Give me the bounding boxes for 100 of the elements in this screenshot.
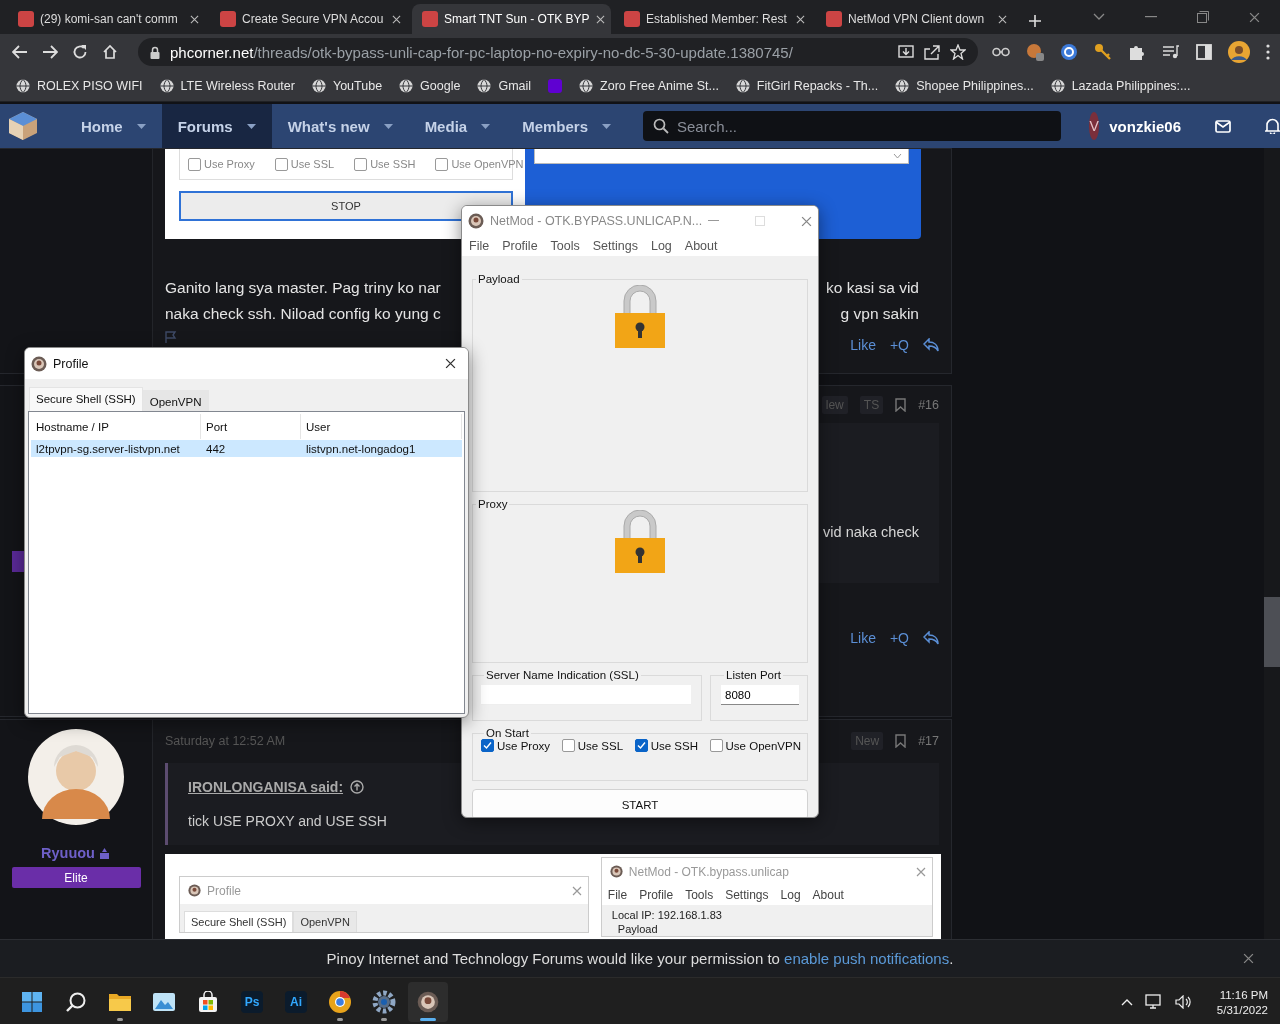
close-icon[interactable]: [595, 14, 605, 24]
browser-tab[interactable]: Established Member: Rest: [614, 4, 813, 34]
menu-item[interactable]: Tools: [550, 239, 580, 253]
menu-item[interactable]: Tools: [685, 888, 714, 902]
checkbox[interactable]: [354, 157, 368, 171]
bookmark[interactable]: Shopee Philippines...: [895, 78, 1034, 93]
close-icon[interactable]: [392, 14, 401, 24]
menu-item[interactable]: File: [607, 888, 628, 902]
column-header[interactable]: User: [301, 414, 462, 439]
menu-item[interactable]: Profile: [502, 239, 538, 253]
puzzle-icon[interactable]: [1128, 43, 1146, 61]
list-row[interactable]: l2tpvpn-sg.server-listvpn.net 442 listvpn.net-longadog1: [31, 440, 462, 457]
browser-tab[interactable]: Create Secure VPN Accou: [210, 4, 409, 34]
address-bar[interactable]: phcorner.net/threads/otk-bypass-unli-cap-for-pc-laptop-no-expiry-no-dc-5-30-update.1380745/: [138, 38, 978, 66]
close-icon[interactable]: [796, 14, 805, 24]
checkbox[interactable]: [561, 739, 575, 752]
install-icon[interactable]: [898, 44, 914, 60]
nav-item[interactable]: Media: [408, 104, 507, 148]
arrow-up-icon[interactable]: [350, 780, 365, 794]
close-icon[interactable]: [445, 358, 456, 369]
close-icon[interactable]: [190, 14, 199, 24]
network-icon[interactable]: [1144, 994, 1163, 1010]
home-icon[interactable]: [102, 44, 118, 60]
minimize-icon[interactable]: [708, 220, 720, 222]
taskbar-button[interactable]: [408, 982, 448, 1022]
star-icon[interactable]: [950, 44, 966, 60]
scrollbar-thumb[interactable]: [1264, 597, 1280, 667]
extension-icon[interactable]: [1060, 43, 1078, 61]
nav-item[interactable]: What's new: [271, 104, 409, 148]
browser-tab[interactable]: (29) komi-san can't comm: [8, 4, 207, 34]
checkbox[interactable]: [634, 739, 648, 752]
browser-tab[interactable]: Smart TNT Sun - OTK BYP: [412, 4, 611, 34]
browser-tab[interactable]: NetMod VPN Client down: [816, 4, 1015, 34]
action-link[interactable]: Like: [850, 630, 876, 646]
bookmark[interactable]: FitGirl Repacks - Th...: [735, 78, 879, 93]
taskbar-button[interactable]: Ai: [276, 982, 316, 1022]
logo-icon[interactable]: [7, 110, 39, 142]
tab[interactable]: OpenVPN: [142, 390, 209, 411]
clock-time[interactable]: 11:16 PM: [1219, 988, 1268, 1001]
bookmark[interactable]: Lazada Philippines:...: [1050, 78, 1191, 93]
nav-item[interactable]: Forums: [161, 104, 272, 148]
action-link[interactable]: Like: [850, 337, 876, 353]
post-number[interactable]: #16: [918, 398, 939, 412]
bell-icon[interactable]: [1265, 118, 1280, 134]
restore-icon[interactable]: [1197, 11, 1209, 23]
menu-icon[interactable]: [1266, 44, 1270, 60]
checkbox[interactable]: [709, 739, 723, 752]
column-header[interactable]: Hostname / IP: [31, 414, 201, 439]
search-field[interactable]: Search...: [643, 111, 1061, 141]
mail-icon[interactable]: [1215, 119, 1231, 133]
user-name[interactable]: Ryuuou: [41, 845, 95, 861]
checkbox[interactable]: [435, 157, 449, 171]
bookmark[interactable]: Google: [399, 78, 461, 93]
action-link[interactable]: +Q: [889, 630, 909, 646]
menu-item[interactable]: Profile: [639, 888, 674, 902]
reply-icon[interactable]: [923, 631, 939, 645]
port-field[interactable]: 8080: [721, 685, 799, 705]
media-icon[interactable]: [1162, 45, 1180, 59]
tab[interactable]: Secure Shell (SSH): [184, 911, 294, 932]
user-avatar[interactable]: V: [1089, 112, 1100, 140]
clock-date[interactable]: 5/31/2022: [1216, 1003, 1268, 1016]
close-icon[interactable]: [998, 14, 1007, 24]
menu-item[interactable]: Settings: [725, 888, 769, 902]
bookmark[interactable]: LTE Wireless Router: [159, 78, 295, 93]
bookmark[interactable]: Gmail: [477, 78, 532, 93]
checkbox[interactable]: [274, 157, 288, 171]
menu-item[interactable]: Log: [650, 239, 672, 253]
bookmark[interactable]: YouTube: [311, 78, 383, 93]
scrollbar[interactable]: [1264, 148, 1280, 939]
nav-item[interactable]: Home: [65, 104, 162, 148]
bookmark-icon[interactable]: [895, 398, 907, 412]
menu-item[interactable]: File: [469, 239, 490, 253]
avatar-icon[interactable]: [1228, 41, 1250, 63]
menu-item[interactable]: About: [684, 239, 718, 253]
menu-item[interactable]: Log: [780, 888, 801, 902]
nav-item[interactable]: Members: [506, 104, 627, 148]
quote-author[interactable]: IRONLONGANISA said:: [188, 779, 344, 795]
column-header[interactable]: Port: [201, 414, 301, 439]
dropdown-field[interactable]: [534, 149, 909, 164]
post-number[interactable]: #17: [918, 734, 939, 748]
tab[interactable]: OpenVPN: [293, 911, 357, 932]
start-button[interactable]: START: [472, 789, 808, 817]
sni-field[interactable]: [481, 685, 691, 705]
extension-icon[interactable]: [992, 46, 1010, 58]
tab[interactable]: Secure Shell (SSH): [29, 387, 143, 411]
username[interactable]: vonzkie06: [1109, 117, 1181, 135]
reload-icon[interactable]: [72, 44, 88, 60]
forward-icon[interactable]: [42, 45, 58, 59]
taskbar-button[interactable]: Ps: [232, 982, 272, 1022]
action-link[interactable]: +Q: [889, 337, 909, 353]
reply-icon[interactable]: [923, 338, 939, 352]
checkbox[interactable]: [481, 739, 494, 752]
volume-icon[interactable]: [1174, 995, 1191, 1009]
bookmark-icon[interactable]: [895, 734, 907, 748]
share-icon[interactable]: [924, 44, 940, 60]
new-tab-icon[interactable]: [1028, 14, 1042, 28]
sidebar-icon[interactable]: [1196, 44, 1212, 60]
checkbox[interactable]: [188, 157, 201, 171]
key-icon[interactable]: [1094, 43, 1112, 61]
bookmark[interactable]: Zoro Free Anime St...: [579, 78, 719, 93]
